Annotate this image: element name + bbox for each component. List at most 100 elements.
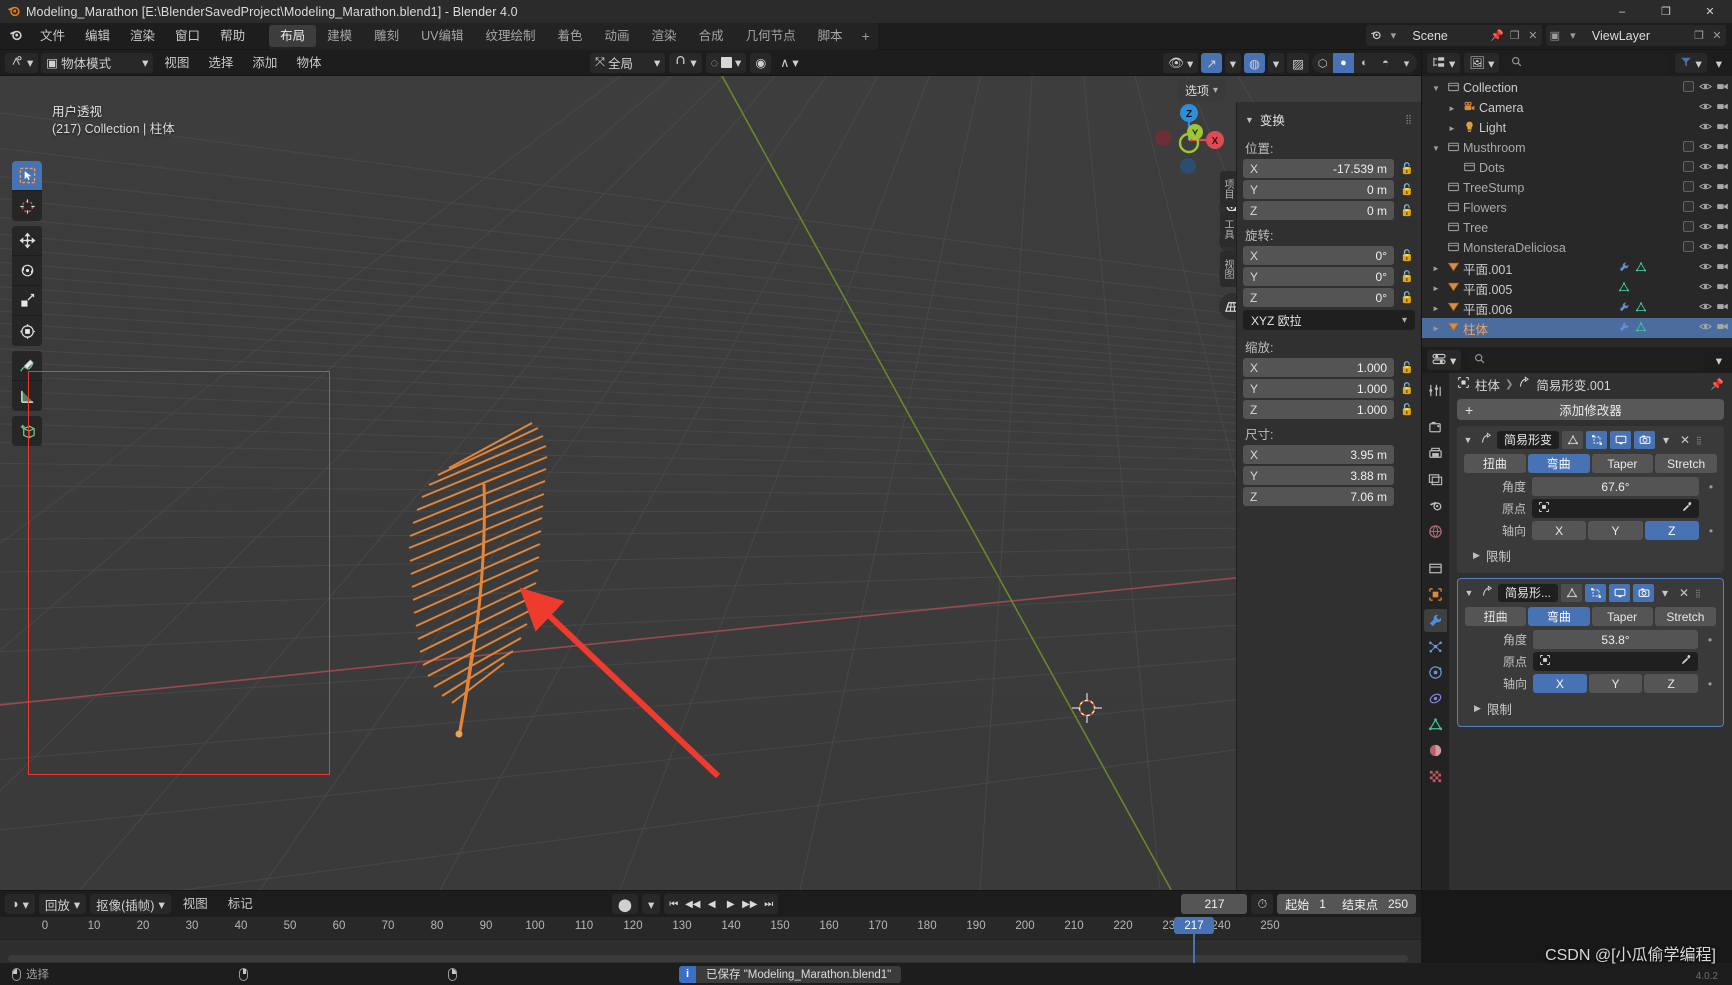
tab-data-icon[interactable] <box>1424 713 1447 736</box>
tab-animation[interactable]: 动画 <box>594 25 641 47</box>
menu-window[interactable]: 窗口 <box>165 26 210 47</box>
disclosure-open-icon[interactable]: ▼ <box>1428 84 1444 93</box>
transform-tool[interactable] <box>12 316 42 346</box>
add-cube-tool[interactable] <box>12 416 42 446</box>
auto-keying-toggle[interactable]: ⬤ <box>612 894 638 914</box>
next-keyframe-button[interactable]: ▶▶ <box>740 894 759 914</box>
proportional-falloff-selector[interactable]: ◉ <box>750 52 772 73</box>
scale-z-field[interactable]: Z 1.000 <box>1243 400 1394 419</box>
tab-shading[interactable]: 着色 <box>547 25 594 47</box>
lock-icon[interactable]: 🔓 <box>1399 361 1415 374</box>
viewport-menu-select[interactable]: 选择 <box>200 53 241 73</box>
shading-material[interactable]: ◐ <box>1354 53 1375 73</box>
npanel-header[interactable]: ▼ 变换 ⣿ <box>1237 108 1421 135</box>
keying-menu[interactable]: 抠像(插帧) ▾ <box>90 894 171 914</box>
select-box-tool[interactable] <box>12 161 42 191</box>
camera-render-icon[interactable] <box>1716 301 1728 315</box>
tab-collection-icon[interactable] <box>1424 557 1447 580</box>
viewport-menu-view[interactable]: 视图 <box>156 53 197 73</box>
exclude-checkbox[interactable] <box>1682 241 1694 255</box>
outliner-row-Collection[interactable]: ▼ Collection <box>1422 78 1732 98</box>
scene-selector[interactable]: ▾ Scene 📌 ❐ ✕ <box>1366 25 1542 46</box>
jump-end-button[interactable]: ⏭ <box>759 894 778 914</box>
deform-type-扭曲[interactable]: 扭曲 <box>1464 454 1526 473</box>
wrench-icon[interactable] <box>1618 301 1630 316</box>
disclosure-closed-icon[interactable]: ► <box>1428 304 1444 313</box>
deform-type-弯曲[interactable]: 弯曲 <box>1528 607 1590 626</box>
angle-field[interactable]: 67.6° <box>1532 477 1699 496</box>
prev-keyframe-button[interactable]: ◀◀ <box>683 894 702 914</box>
tab-texture-paint[interactable]: 纹理绘制 <box>475 25 547 47</box>
tab-sculpting[interactable]: 雕刻 <box>363 25 410 47</box>
add-modifier-button[interactable]: + 添加修改器 <box>1457 399 1724 420</box>
cursor-tool[interactable] <box>12 191 42 221</box>
wrench-icon[interactable] <box>1618 321 1630 336</box>
outliner-row-Musthroom[interactable]: ▼ Musthroom <box>1422 138 1732 158</box>
menu-edit[interactable]: 编辑 <box>75 26 120 47</box>
eyedropper-icon[interactable] <box>1681 501 1693 516</box>
limit-section-header[interactable]: ▶ 限制 <box>1462 696 1719 720</box>
outliner-filter-button[interactable]: ▾ <box>1675 53 1707 73</box>
breadcrumb-object[interactable]: 柱体 <box>1475 375 1500 394</box>
exclude-checkbox[interactable] <box>1682 221 1694 235</box>
location-y-field[interactable]: Y 0 m <box>1243 180 1394 199</box>
tab-layout[interactable]: 布局 <box>269 25 317 47</box>
menu-render[interactable]: 渲染 <box>120 26 165 47</box>
rotation-y-row[interactable]: Y 0° 🔓 <box>1237 267 1421 286</box>
limit-section-header[interactable]: ▶ 限制 <box>1461 543 1720 567</box>
jump-start-button[interactable]: ⏮ <box>664 894 683 914</box>
axis-button-X[interactable]: X <box>1532 521 1587 540</box>
timeline-track-area[interactable] <box>0 939 1421 964</box>
minimize-button[interactable]: – <box>1600 0 1644 23</box>
outliner-row-TreeStump[interactable]: TreeStump <box>1422 178 1732 198</box>
location-y-row[interactable]: Y 0 m 🔓 <box>1237 180 1421 199</box>
scale-y-row[interactable]: Y 1.000 🔓 <box>1237 379 1421 398</box>
viewport-menu-add[interactable]: 添加 <box>244 53 285 73</box>
rotation-z-row[interactable]: Z 0° 🔓 <box>1237 288 1421 307</box>
side-tab-item[interactable]: 项目 <box>1220 171 1236 207</box>
lock-icon[interactable]: 🔓 <box>1399 204 1415 217</box>
disclosure-closed-icon[interactable]: ► <box>1428 284 1444 293</box>
gizmo-dropdown[interactable]: ▾ <box>1224 53 1241 73</box>
modifier-name-field[interactable]: 简易形... <box>1498 584 1559 602</box>
location-x-row[interactable]: X -17.539 m 🔓 <box>1237 159 1421 178</box>
viewlayer-name[interactable]: ViewLayer <box>1582 29 1690 43</box>
shading-rendered[interactable]: ◓ <box>1375 53 1396 73</box>
delete-viewlayer-icon[interactable]: ✕ <box>1708 29 1726 42</box>
navigation-gizmo[interactable]: Z X Y <box>1147 98 1231 182</box>
modifier-delete-button[interactable]: ✕ <box>1676 586 1692 600</box>
exclude-checkbox[interactable] <box>1682 181 1694 195</box>
tab-texture-icon[interactable] <box>1424 765 1447 788</box>
axis-button-X[interactable]: X <box>1533 674 1587 693</box>
side-tab-tool[interactable]: 工具 <box>1220 211 1236 247</box>
outliner-row-平面.001[interactable]: ► 平面.001 <box>1422 258 1732 278</box>
timeline-playhead[interactable]: 217 <box>1174 917 1214 964</box>
eye-icon[interactable] <box>1699 321 1712 335</box>
rotation-mode-select[interactable]: XYZ 欧拉 ▾ <box>1243 310 1415 330</box>
timeline-menu-marker[interactable]: 标记 <box>220 894 261 914</box>
blender-menu-icon[interactable] <box>0 27 30 45</box>
dimension-x-row[interactable]: X 3.95 m <box>1237 445 1421 464</box>
modifier-extras-dropdown[interactable]: ▾ <box>1657 586 1673 600</box>
exclude-checkbox[interactable] <box>1682 201 1694 215</box>
outliner-search-input[interactable] <box>1503 53 1672 73</box>
axis-button-Z[interactable]: Z <box>1644 521 1699 540</box>
eye-icon[interactable] <box>1699 281 1712 295</box>
eye-icon[interactable] <box>1699 101 1712 115</box>
eye-icon[interactable] <box>1699 141 1712 155</box>
auto-keying-dropdown[interactable]: ▾ <box>642 894 661 914</box>
tab-viewlayer-icon[interactable] <box>1424 468 1447 491</box>
measure-tool[interactable] <box>12 381 42 411</box>
edit-mode-icon[interactable] <box>1586 431 1608 449</box>
tab-modeling[interactable]: 建模 <box>316 25 363 47</box>
outliner-display-mode[interactable]: 🖼 ▾ <box>1464 53 1500 73</box>
tab-constraints-icon[interactable] <box>1424 687 1447 710</box>
side-tab-view[interactable]: 视图 <box>1220 251 1236 287</box>
eye-icon[interactable] <box>1699 301 1712 315</box>
eye-icon[interactable] <box>1699 221 1712 235</box>
outliner-row-平面.006[interactable]: ► 平面.006 <box>1422 298 1732 318</box>
mesh-data-icon[interactable] <box>1635 301 1647 316</box>
end-frame[interactable]: 结束点 250 <box>1334 894 1416 914</box>
tab-uv-editing[interactable]: UV编辑 <box>410 25 474 47</box>
origin-object-field[interactable] <box>1533 652 1698 671</box>
